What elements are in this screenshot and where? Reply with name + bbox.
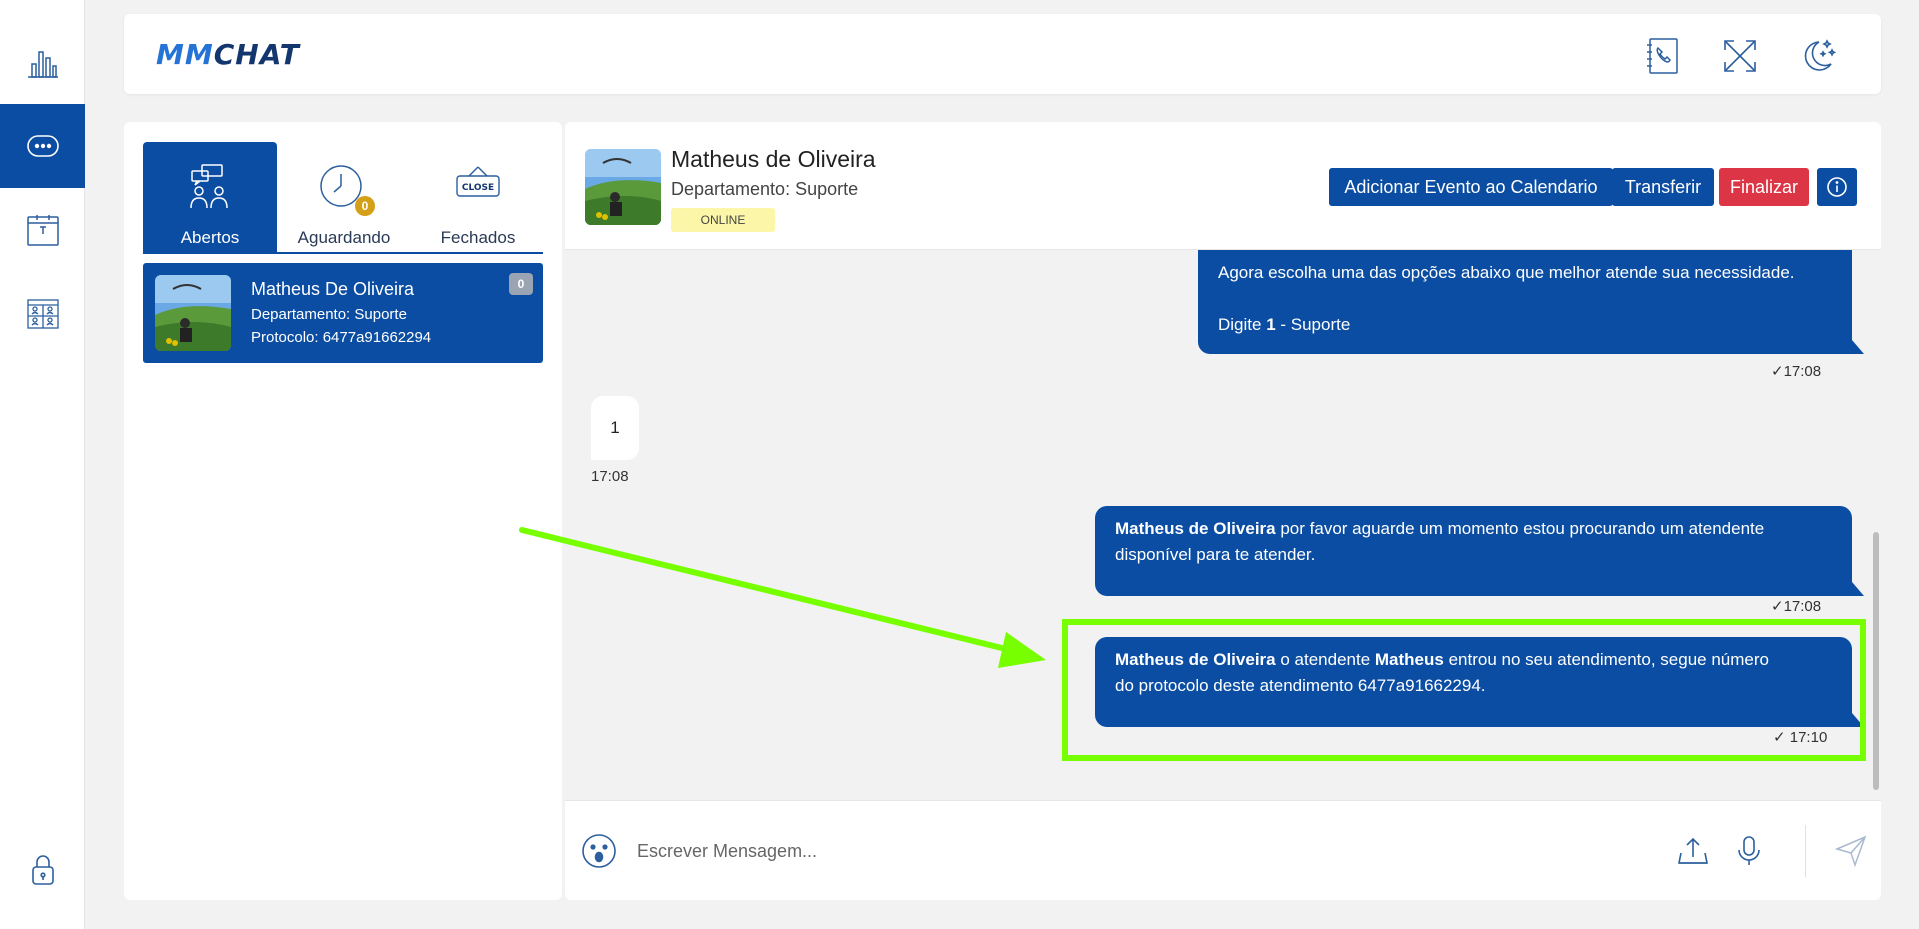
message-input[interactable] — [637, 831, 1637, 871]
phone-book-button[interactable] — [1641, 34, 1685, 78]
chat-contact-name: Matheus de Oliveira — [671, 146, 876, 172]
nav-lock[interactable] — [0, 828, 85, 912]
fullscreen-icon — [1724, 40, 1756, 72]
nav-chats[interactable] — [0, 104, 85, 188]
message-bubble-outgoing: Agora escolha uma das opções abaixo que … — [1198, 250, 1852, 354]
tab-fechados[interactable]: CLOSE Fechados — [411, 142, 545, 254]
message-time: ✓17:08 — [1771, 598, 1822, 615]
info-button[interactable] — [1817, 168, 1857, 206]
conversation-tabs: Abertos 0 Aguardando CLOSE Fechados — [143, 142, 543, 254]
svg-text:CLOSE: CLOSE — [462, 183, 494, 193]
fullscreen-button[interactable] — [1718, 34, 1762, 78]
nav-dashboard[interactable] — [0, 20, 85, 104]
nav-team[interactable] — [0, 272, 85, 356]
contact-department: Departamento: Suporte — [251, 306, 407, 323]
finish-button[interactable]: Finalizar — [1719, 168, 1809, 206]
chat-header: Matheus de Oliveira Departamento: Suport… — [565, 122, 1881, 250]
unread-count-badge: 0 — [509, 273, 533, 295]
team-grid-icon — [26, 299, 59, 329]
conversation-item[interactable]: Matheus De Oliveira Departamento: Suport… — [143, 263, 543, 363]
tab-abertos[interactable]: Abertos — [143, 142, 277, 254]
chat-bubble-icon — [26, 135, 59, 157]
lock-icon — [31, 855, 54, 885]
dark-mode-icon — [1804, 39, 1837, 71]
send-icon[interactable] — [1833, 833, 1869, 869]
contact-avatar — [155, 275, 231, 351]
close-sign-icon: CLOSE — [453, 162, 503, 212]
info-icon — [1827, 177, 1847, 197]
contact-protocol: Protocolo: 6477a91662294 — [251, 329, 432, 346]
upload-icon[interactable] — [1675, 833, 1711, 869]
chat-panel: Matheus de Oliveira Departamento: Suport… — [565, 122, 1881, 900]
chat-contact-avatar — [585, 149, 661, 225]
highlight-box — [1062, 619, 1866, 761]
phone-book-icon — [1647, 38, 1678, 74]
side-navigation — [0, 0, 85, 929]
contact-name: Matheus De Oliveira — [251, 279, 415, 299]
message-time: ✓17:08 — [1771, 363, 1822, 380]
microphone-icon[interactable] — [1731, 833, 1767, 869]
calendar-icon — [26, 215, 59, 246]
top-bar: MMCHAT — [124, 14, 1881, 94]
message-composer — [565, 800, 1881, 900]
add-calendar-event-button[interactable]: Adicionar Evento ao Calendario — [1329, 168, 1613, 206]
tab-aguardando[interactable]: 0 Aguardando — [277, 142, 411, 254]
conversations-panel: Abertos 0 Aguardando CLOSE Fechados Math… — [124, 122, 562, 900]
bar-chart-icon — [27, 51, 58, 78]
waiting-count-badge: 0 — [355, 196, 375, 216]
status-badge: ONLINE — [671, 208, 775, 232]
team-chat-icon — [185, 162, 235, 212]
chat-contact-department: Departamento: Suporte — [671, 179, 859, 199]
transfer-button[interactable]: Transferir — [1612, 168, 1714, 206]
nav-calendar[interactable] — [0, 188, 85, 272]
dark-mode-button[interactable] — [1795, 34, 1839, 78]
message-bubble-outgoing: Matheus de Oliveira por favor aguarde um… — [1095, 506, 1852, 596]
message-time: 17:08 — [591, 468, 629, 485]
message-scrollbar[interactable] — [1873, 532, 1879, 790]
clock-icon: 0 — [319, 162, 375, 216]
emoji-icon[interactable] — [581, 833, 617, 869]
message-bubble-incoming: 1 — [591, 396, 639, 460]
mmchat-logo: MMCHAT — [156, 38, 300, 71]
